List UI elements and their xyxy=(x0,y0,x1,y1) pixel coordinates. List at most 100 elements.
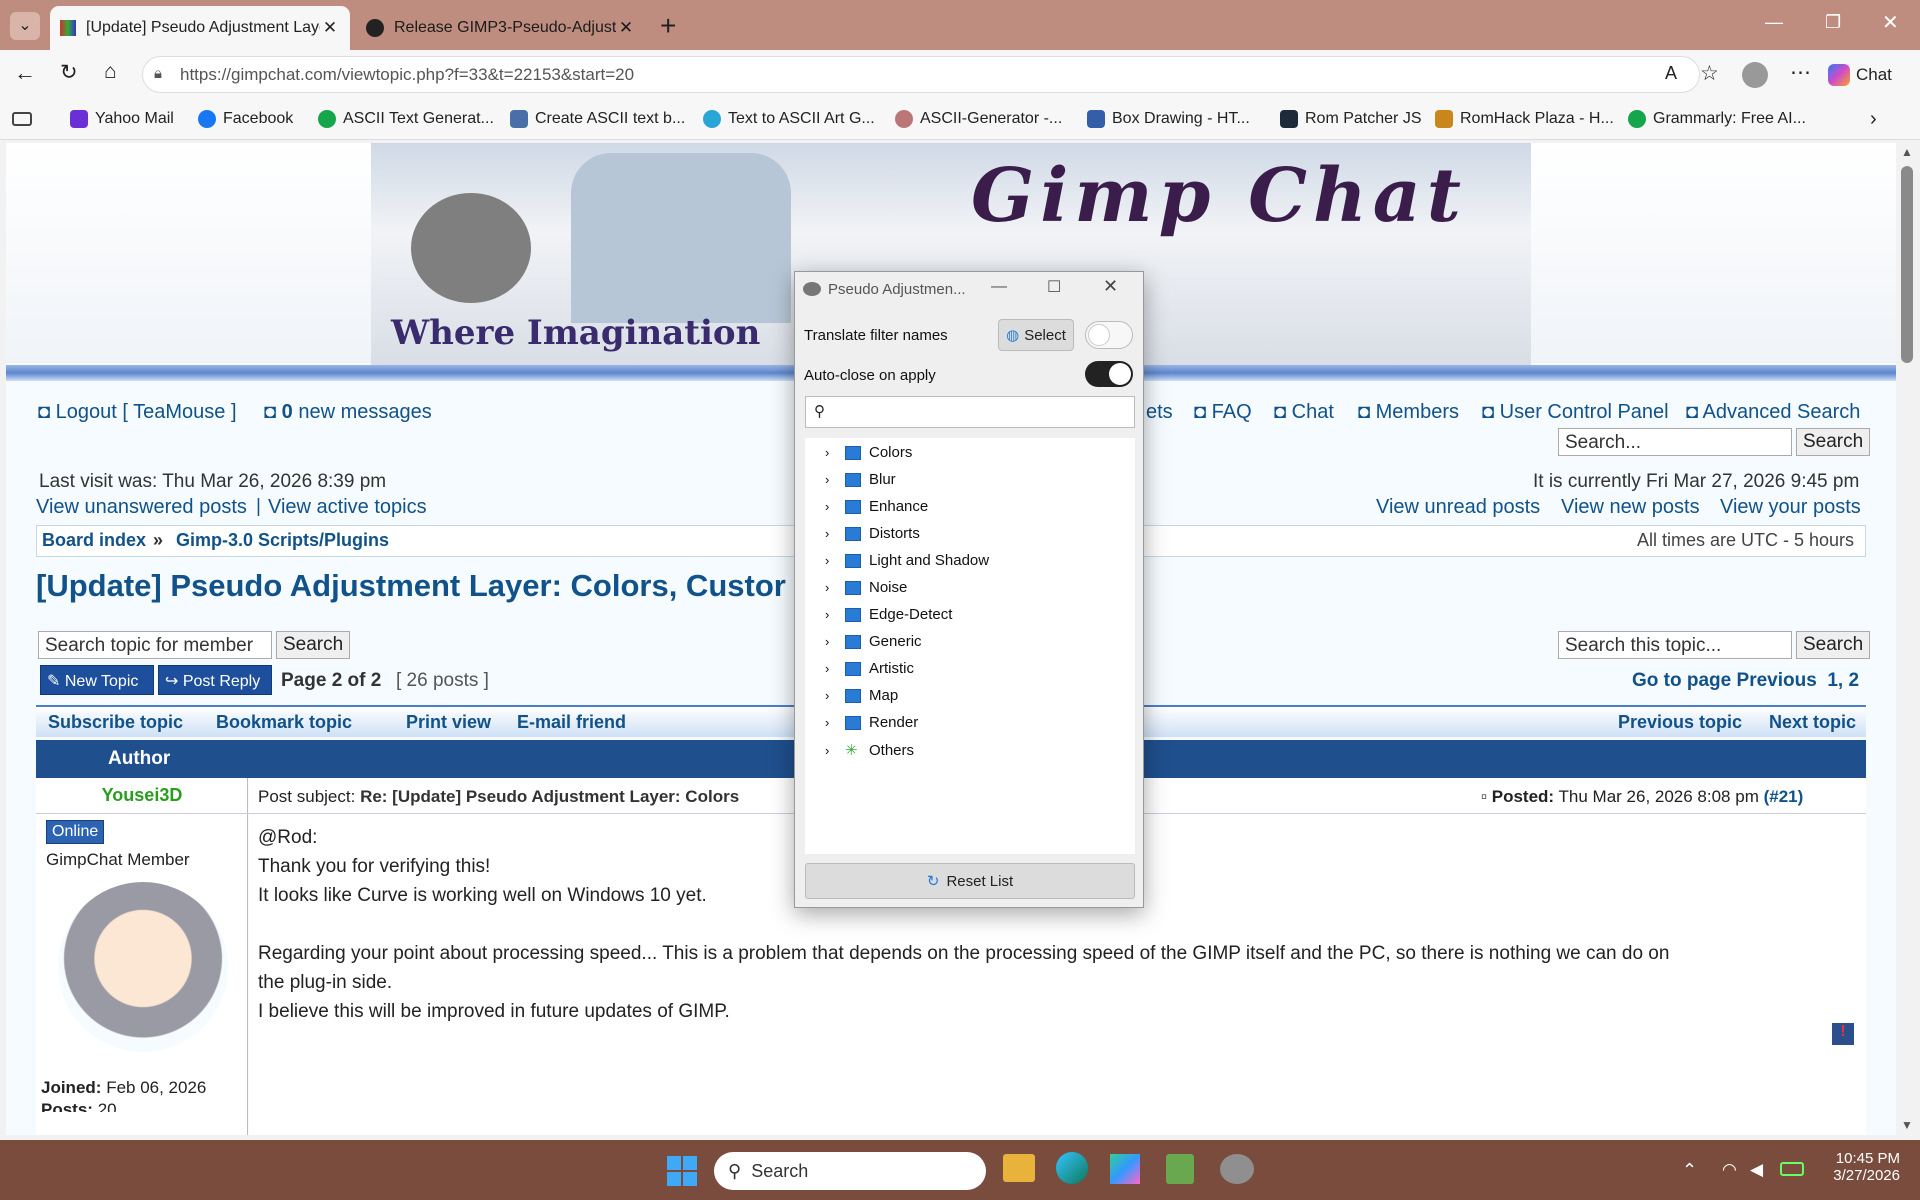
chevron-right-icon[interactable]: › xyxy=(825,688,837,703)
bookmark-text-ascii-art[interactable]: Text to ASCII Art G... xyxy=(703,110,875,128)
page-links[interactable]: 1, 2 xyxy=(1827,670,1859,691)
breadcrumb-section[interactable]: Gimp-3.0 Scripts/Plugins xyxy=(176,530,389,551)
view-new-link[interactable]: View new posts xyxy=(1561,496,1700,519)
restore-icon[interactable]: ❐ xyxy=(1825,12,1841,33)
tree-item-generic[interactable]: › Generic xyxy=(825,633,922,650)
copilot-chat-button[interactable]: Chat xyxy=(1828,60,1908,90)
new-tab-icon[interactable]: + xyxy=(660,10,676,42)
wifi-icon[interactable]: ◠ xyxy=(1722,1160,1737,1180)
chevron-right-icon[interactable]: › xyxy=(825,634,837,649)
tree-item-edge-detect[interactable]: › Edge-Detect xyxy=(825,606,952,623)
filter-search-input[interactable]: ⚲ xyxy=(805,396,1135,428)
advanced-search-link[interactable]: ◘ Advanced Search xyxy=(1686,401,1860,424)
bookmark-ascii-text[interactable]: ASCII Text Generat... xyxy=(318,110,494,128)
close-icon[interactable]: ✕ xyxy=(616,18,636,38)
chevron-right-icon[interactable]: › xyxy=(825,580,837,595)
nav-link[interactable]: ets xyxy=(1146,401,1173,424)
collections-icon[interactable] xyxy=(12,112,32,126)
chevron-right-icon[interactable]: › xyxy=(825,607,837,622)
clock[interactable]: 10:45 PM 3/27/2026 xyxy=(1830,1150,1900,1184)
bookmark-box-drawing[interactable]: Box Drawing - HT... xyxy=(1087,110,1250,128)
bookmark-create-ascii[interactable]: Create ASCII text b... xyxy=(510,110,685,128)
dialog-titlebar[interactable]: Pseudo Adjustmen... — ☐ ✕ xyxy=(795,272,1143,308)
post-reply-button[interactable]: ↪ Post Reply xyxy=(158,665,272,695)
chevron-right-icon[interactable]: › xyxy=(825,553,837,568)
start-windows-icon[interactable] xyxy=(667,1156,697,1186)
chevron-right-icon[interactable]: › xyxy=(825,743,837,758)
chevron-right-icon[interactable]: › xyxy=(1870,108,1877,131)
dialog-close-icon[interactable]: ✕ xyxy=(1103,276,1118,297)
close-icon[interactable]: ✕ xyxy=(320,18,340,38)
volume-icon[interactable]: ◀︎ xyxy=(1750,1160,1763,1180)
chevron-right-icon[interactable]: › xyxy=(825,661,837,676)
minimize-icon[interactable]: — xyxy=(1765,12,1783,33)
print-link[interactable]: Print view xyxy=(406,712,491,733)
view-active-link[interactable]: View active topics xyxy=(268,496,427,519)
chevron-up-icon[interactable]: ⌃ xyxy=(1682,1160,1697,1181)
battery-icon[interactable] xyxy=(1780,1162,1804,1176)
view-unanswered-link[interactable]: View unanswered posts xyxy=(36,496,247,519)
view-your-link[interactable]: View your posts xyxy=(1720,496,1861,519)
tree-item-noise[interactable]: › Noise xyxy=(825,579,907,596)
scrollbar-thumb[interactable] xyxy=(1901,166,1913,363)
logout-link[interactable]: ◘ Logout [ TeaMouse ] xyxy=(38,401,237,424)
search-topic-input[interactable]: Search this topic... xyxy=(1558,631,1792,659)
tab-list-button[interactable]: ⌄ xyxy=(10,12,40,40)
bookmark-romhack-plaza[interactable]: RomHack Plaza - H... xyxy=(1435,110,1614,128)
profile-avatar-icon[interactable] xyxy=(1742,62,1768,88)
tree-item-map[interactable]: › Map xyxy=(825,687,898,704)
topic-title[interactable]: [Update] Pseudo Adjustment Layer: Colors… xyxy=(36,568,786,604)
reload-icon[interactable]: ↻ xyxy=(60,60,78,85)
report-icon[interactable]: ! xyxy=(1832,1023,1854,1045)
tree-item-others[interactable]: › ✳ Others xyxy=(825,741,914,760)
bookmark-rom-patcher[interactable]: Rom Patcher JS xyxy=(1280,110,1421,128)
messages-link[interactable]: ◘ 0 new messages xyxy=(264,401,432,424)
search-member-input[interactable]: Search topic for member xyxy=(38,631,272,659)
tree-item-blur[interactable]: › Blur xyxy=(825,471,896,488)
chevron-right-icon[interactable]: › xyxy=(825,499,837,514)
file-explorer-icon[interactable] xyxy=(1003,1154,1035,1182)
reset-list-button[interactable]: ↻ Reset List xyxy=(805,863,1135,899)
store-app-icon[interactable] xyxy=(1110,1154,1140,1184)
view-unread-link[interactable]: View unread posts xyxy=(1376,496,1540,519)
scroll-down-icon[interactable]: ▼ xyxy=(1901,1118,1913,1132)
author-name[interactable]: Yousei3D xyxy=(36,785,248,806)
paint-app-icon[interactable] xyxy=(1166,1154,1194,1184)
edge-icon[interactable] xyxy=(1056,1152,1088,1184)
tree-item-light-and-shadow[interactable]: › Light and Shadow xyxy=(825,552,989,569)
user-control-panel-link[interactable]: ◘ User Control Panel xyxy=(1482,401,1669,424)
search-button[interactable]: Search xyxy=(1796,428,1871,456)
gimp-taskbar-icon[interactable] xyxy=(1220,1154,1254,1184)
more-menu-icon[interactable]: ⋯ xyxy=(1790,60,1811,85)
next-topic-link[interactable]: Next topic xyxy=(1769,712,1856,733)
bookmark-yahoo-mail[interactable]: Yahoo Mail xyxy=(70,110,174,128)
bookmark-grammarly[interactable]: Grammarly: Free AI... xyxy=(1628,110,1806,128)
window-close-icon[interactable]: ✕ xyxy=(1882,10,1899,35)
autoclose-toggle[interactable] xyxy=(1085,361,1133,387)
bookmark-facebook[interactable]: Facebook xyxy=(198,110,293,128)
tree-item-render[interactable]: › Render xyxy=(825,714,918,731)
search-topic-button[interactable]: Search xyxy=(1796,631,1871,659)
chevron-right-icon[interactable]: › xyxy=(825,445,837,460)
tree-item-distorts[interactable]: › Distorts xyxy=(825,525,920,542)
chat-link[interactable]: ◘ Chat xyxy=(1274,401,1334,424)
subscribe-link[interactable]: Subscribe topic xyxy=(48,712,183,733)
bookmark-link[interactable]: Bookmark topic xyxy=(216,712,352,733)
dialog-minimize-icon[interactable]: — xyxy=(991,278,1007,296)
chevron-right-icon[interactable]: › xyxy=(825,715,837,730)
search-input[interactable]: Search... xyxy=(1558,428,1792,456)
tree-item-enhance[interactable]: › Enhance xyxy=(825,498,928,515)
new-topic-button[interactable]: ✎ New Topic xyxy=(40,665,154,695)
favorite-star-icon[interactable]: ☆ xyxy=(1700,61,1719,86)
tab-gimpchat[interactable]: [Update] Pseudo Adjustment Layer ✕ xyxy=(50,6,350,50)
taskbar-search[interactable]: ⚲ Search xyxy=(714,1152,986,1190)
search-member-button[interactable]: Search xyxy=(276,631,351,659)
chevron-right-icon[interactable]: › xyxy=(825,472,837,487)
tree-item-artistic[interactable]: › Artistic xyxy=(825,660,914,677)
tab-github-release[interactable]: Release GIMP3-Pseudo-Adjustmen ✕ xyxy=(356,6,646,50)
email-link[interactable]: E-mail friend xyxy=(517,712,626,733)
post-number-link[interactable]: (#21) xyxy=(1764,787,1804,806)
scroll-up-icon[interactable]: ▲ xyxy=(1901,145,1913,159)
tree-item-colors[interactable]: › Colors xyxy=(825,444,912,461)
breadcrumb-home[interactable]: Board index xyxy=(42,530,146,551)
